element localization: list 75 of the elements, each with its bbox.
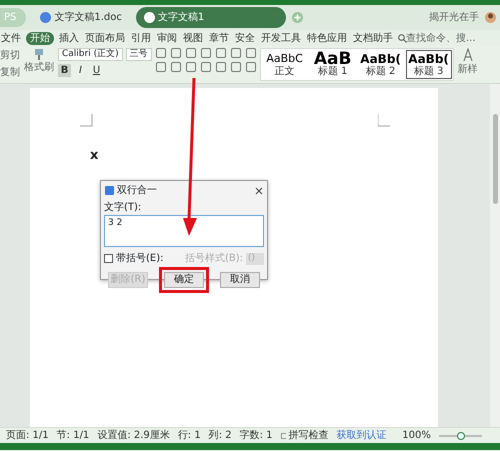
copy-button[interactable]: 复制 — [0, 65, 20, 80]
paragraph-tool-icon[interactable] — [200, 62, 211, 72]
zoom-slider-thumb[interactable] — [457, 432, 466, 440]
format-button[interactable]: U — [90, 64, 103, 77]
paragraph-tool-icon[interactable] — [230, 62, 241, 72]
status-text: 列: 2 — [208, 429, 232, 442]
paragraph-tool-icon[interactable] — [170, 48, 181, 58]
checkbox-icon[interactable] — [280, 432, 286, 440]
checkbox-label[interactable]: 带括号(E): — [116, 251, 164, 266]
cut-button[interactable]: 剪切 — [0, 48, 20, 63]
user-avatar-icon[interactable] — [485, 12, 496, 23]
scrollbar-thumb[interactable] — [492, 114, 498, 204]
style-sample: AaBb( — [360, 52, 402, 66]
paragraph-tool-icon[interactable] — [246, 62, 256, 72]
style-name[interactable]: 正文 — [264, 66, 306, 77]
margin-mark — [80, 114, 93, 127]
menu-tab[interactable]: 插入 — [58, 32, 80, 44]
paragraph-tool-icon[interactable] — [200, 48, 211, 58]
text-field[interactable]: 3 2 — [104, 215, 264, 247]
menu-tab[interactable]: 视图 — [182, 32, 204, 44]
menu-tab[interactable]: 开发工具 — [260, 32, 302, 44]
certification-link[interactable]: 获取到认证 — [336, 429, 386, 442]
style-sample: AaB — [312, 52, 352, 66]
format-painter-icon[interactable] — [33, 48, 45, 60]
menu-tab[interactable]: 审阅 — [156, 32, 178, 44]
format-button[interactable]: I — [74, 64, 87, 77]
paragraph-tool-icon[interactable] — [186, 62, 196, 72]
paragraph-tool-icon[interactable] — [156, 62, 166, 72]
paragraph-tool-icon[interactable] — [230, 48, 241, 58]
paragraph-tool-icon[interactable] — [156, 48, 166, 58]
menu-tab[interactable]: 安全 — [234, 32, 256, 44]
field-label: 文字(T): — [104, 200, 142, 215]
zoom-level[interactable]: 100% — [402, 429, 431, 442]
search-icon[interactable] — [398, 34, 407, 42]
status-text: 节: 1/1 — [56, 429, 90, 442]
format-painter-button[interactable]: 格式刷 — [24, 60, 54, 75]
menu-tab[interactable]: 引用 — [130, 32, 152, 44]
dialog-button[interactable]: 取消 — [220, 272, 260, 288]
dialog-title: 双行合一 — [117, 184, 157, 198]
field-label: 括号样式(B): — [184, 252, 243, 266]
spell-check-button[interactable]: 拼写检查 — [288, 429, 328, 442]
search-field[interactable]: 查找命令、搜... — [406, 30, 476, 46]
size-dropdown[interactable]: 三号 — [126, 48, 152, 61]
menu-tab[interactable]: 文档助手 — [352, 32, 394, 44]
paragraph-tool-icon[interactable] — [216, 48, 226, 58]
menu-tab[interactable]: 页面布局 — [84, 32, 126, 44]
format-button[interactable]: B — [58, 64, 71, 77]
style-sample: AaBb( — [408, 52, 450, 66]
document-tab[interactable]: 文字文稿1 — [136, 7, 286, 28]
style-name[interactable]: 标题 3 — [408, 66, 450, 77]
new-style-icon[interactable] — [462, 48, 474, 62]
paragraph-tool-icon[interactable] — [216, 62, 226, 72]
paragraph-tool-icon[interactable] — [170, 62, 181, 72]
margin-mark — [378, 114, 391, 127]
font-dropdown[interactable]: Calibri (正文) — [58, 48, 123, 61]
paragraph-tool-icon[interactable] — [186, 48, 196, 58]
status-text: 页面: 1/1 — [6, 429, 49, 442]
close-icon[interactable] — [255, 186, 263, 194]
menu-tab[interactable]: 特色应用 — [306, 32, 348, 44]
style-sample: AaBbC — [265, 52, 304, 66]
document-text: x — [90, 147, 98, 165]
menu-tab[interactable]: 章节 — [208, 32, 230, 44]
file-menu[interactable]: 文件 — [0, 32, 22, 44]
menu-tab[interactable]: 开始 — [26, 32, 54, 44]
dialog-button[interactable]: 确定 — [164, 272, 204, 288]
style-name[interactable]: 标题 2 — [360, 66, 402, 77]
document-tab[interactable]: 文字文稿1.doc — [32, 7, 130, 28]
user-name[interactable]: 揭开光在手 — [429, 10, 479, 25]
style-name[interactable]: 标题 1 — [312, 66, 354, 77]
checkbox[interactable] — [104, 254, 113, 263]
new-style-button[interactable]: 新样 — [458, 62, 478, 77]
paragraph-tool-icon[interactable] — [246, 48, 256, 58]
status-text: 字数: 1 — [240, 429, 273, 442]
status-text: 行: 1 — [178, 429, 201, 442]
status-text: 设置值: 2.9厘米 — [97, 429, 170, 442]
